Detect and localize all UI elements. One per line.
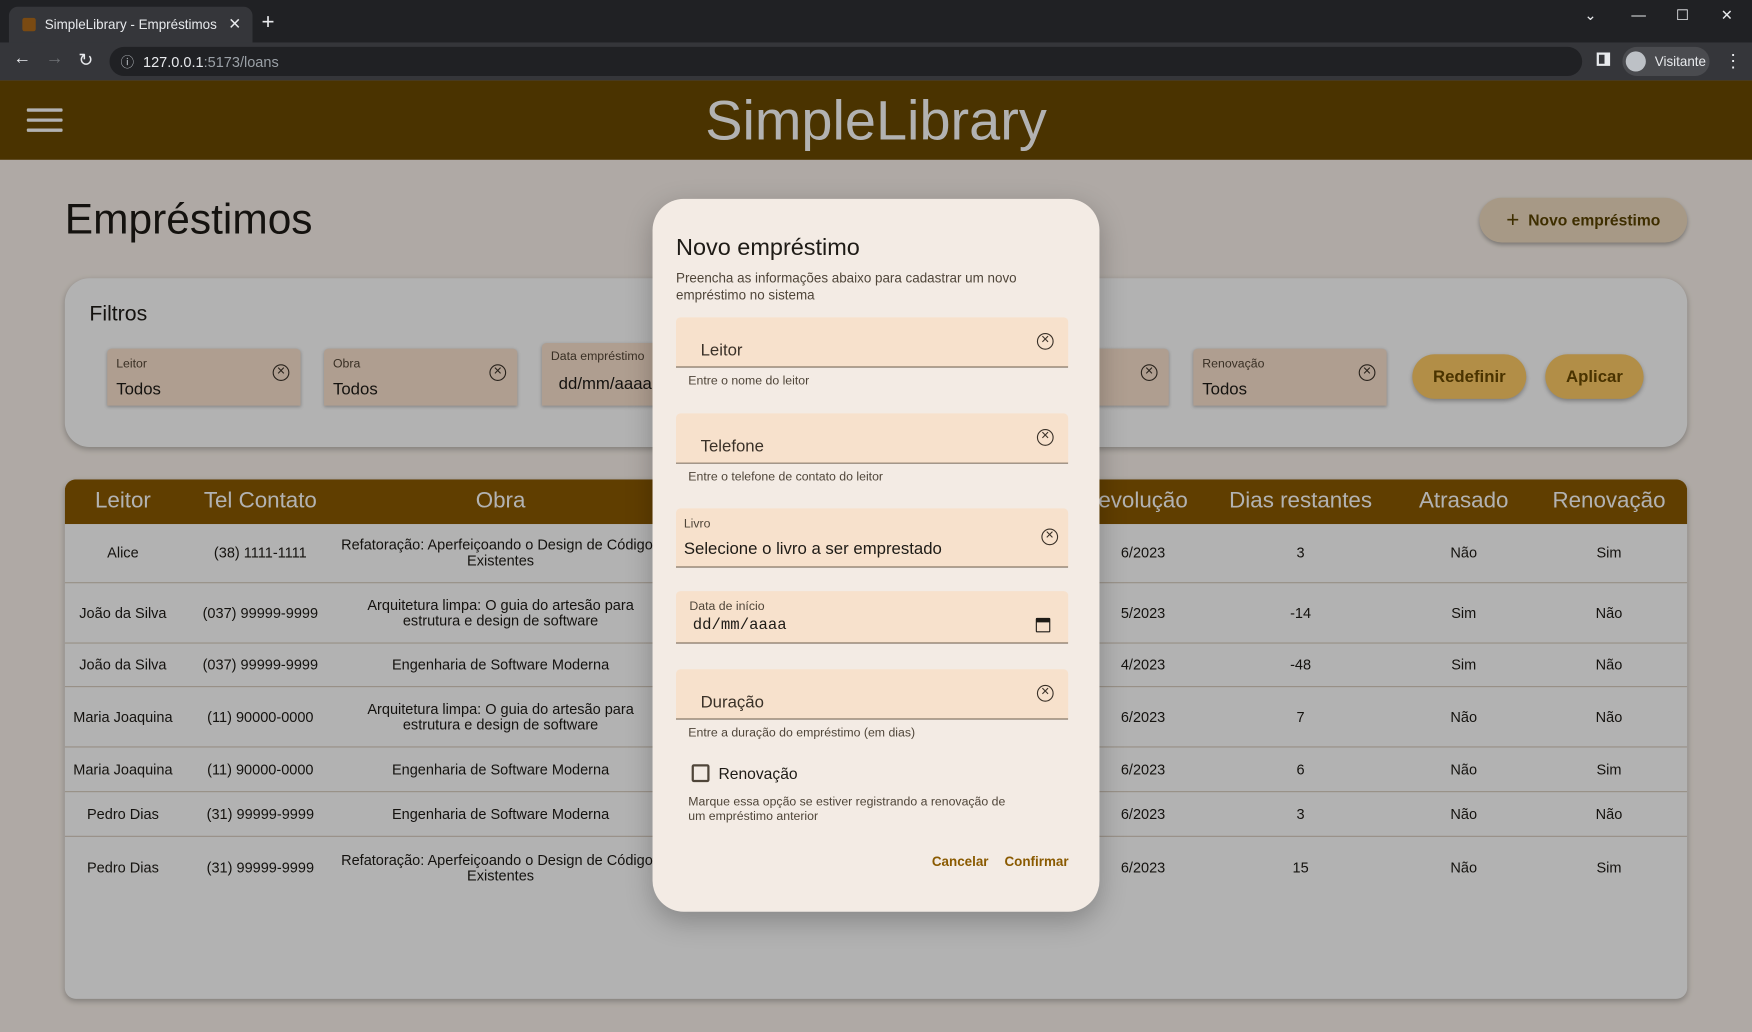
browser-tab[interactable]: SimpleLibrary - Empréstimos ✕	[8, 6, 253, 43]
dialog-title: Novo empréstimo	[675, 234, 860, 261]
minimize-icon[interactable]: —	[1631, 7, 1646, 24]
url-path: :5173/loans	[203, 53, 279, 70]
livro-select[interactable]: Livro Selecione o livro a ser emprestado…	[675, 508, 1069, 568]
reload-icon[interactable]: ↻	[78, 49, 93, 71]
tab-strip: SimpleLibrary - Empréstimos ✕ + ⌄ — ☐ ✕	[0, 0, 1752, 43]
duracao-help: Entre a duração do empréstimo (em dias)	[688, 726, 916, 740]
telefone-help: Entre o telefone de contato do leitor	[688, 470, 884, 484]
browser-chrome: SimpleLibrary - Empréstimos ✕ + ⌄ — ☐ ✕ …	[0, 0, 1752, 81]
url-host: 127.0.0.1	[143, 53, 204, 70]
data-inicio-field[interactable]: Data de início dd/mm/aaaa	[675, 591, 1069, 644]
renovacao-label: Renovação	[718, 764, 798, 783]
cancel-button[interactable]: Cancelar	[932, 854, 989, 870]
data-inicio-value: dd/mm/aaaa	[692, 616, 787, 635]
clear-icon[interactable]: ✕	[1036, 429, 1054, 446]
dialog-subtitle: Preencha as informações abaixo para cada…	[675, 270, 1017, 303]
telefone-field[interactable]: Telefone ✕	[675, 413, 1069, 464]
tab-search-icon[interactable]: ⌄	[1584, 7, 1596, 25]
clear-icon[interactable]: ✕	[1036, 684, 1054, 702]
favicon-icon	[22, 17, 36, 32]
leitor-help: Entre o nome do leitor	[688, 374, 810, 388]
new-tab-icon[interactable]: +	[261, 11, 274, 33]
clear-icon[interactable]: ✕	[1036, 332, 1054, 350]
livro-value: Selecione o livro a ser emprestado	[683, 539, 942, 559]
renovacao-help: Marque essa opção se estiver registrando…	[688, 795, 1006, 824]
telefone-placeholder: Telefone	[700, 436, 764, 456]
clear-icon[interactable]: ✕	[1041, 528, 1059, 546]
avatar-icon	[1625, 51, 1646, 72]
confirm-button[interactable]: Confirmar	[1004, 854, 1068, 870]
duracao-placeholder: Duração	[700, 692, 764, 712]
calendar-icon[interactable]	[1035, 617, 1051, 633]
duracao-field[interactable]: Duração ✕	[675, 669, 1069, 720]
close-tab-icon[interactable]: ✕	[228, 15, 241, 34]
livro-label: Livro	[683, 517, 711, 531]
leitor-field[interactable]: Leitor ✕	[675, 317, 1069, 368]
leitor-placeholder: Leitor	[700, 340, 743, 360]
data-inicio-label: Data de início	[689, 600, 765, 614]
site-info-icon[interactable]: ⓘ	[121, 53, 134, 72]
side-panel-icon[interactable]	[1596, 52, 1611, 66]
address-bar[interactable]: ⓘ 127.0.0.1:5173/loans	[109, 46, 1583, 76]
renovacao-checkbox[interactable]	[691, 764, 710, 783]
browser-toolbar: ← → ↻ ⓘ 127.0.0.1:5173/loans Visitante ⋮	[0, 42, 1752, 81]
close-window-icon[interactable]: ✕	[1721, 7, 1733, 25]
menu-icon[interactable]: ⋮	[1724, 50, 1742, 72]
profile-name: Visitante	[1654, 53, 1706, 70]
new-loan-dialog: Novo empréstimo Preencha as informações …	[652, 198, 1100, 912]
forward-icon[interactable]: →	[46, 49, 64, 69]
back-icon[interactable]: ←	[13, 49, 31, 69]
maximize-icon[interactable]: ☐	[1676, 7, 1689, 25]
profile-button[interactable]: Visitante	[1622, 46, 1710, 76]
tab-title: SimpleLibrary - Empréstimos	[44, 16, 217, 33]
